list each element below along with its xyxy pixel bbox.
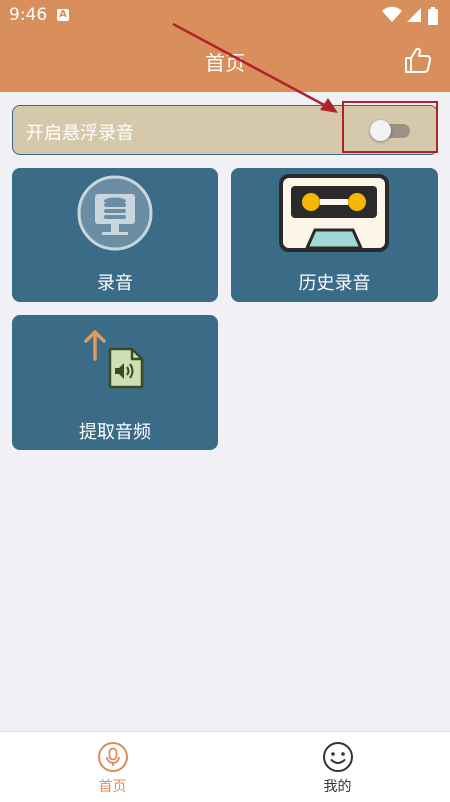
nav-label-mine: 我的 [323, 779, 352, 795]
float-record-row: 开启悬浮录音 [12, 105, 438, 155]
extract-audio-icon [84, 330, 144, 389]
like-button[interactable] [403, 45, 433, 75]
status-bar: 9:46 A [0, 0, 450, 32]
tile-extract-audio[interactable]: 提取音频 [12, 315, 218, 450]
record-database-icon [77, 175, 153, 251]
tile-history[interactable]: 历史录音 [231, 168, 438, 302]
thumbs-up-icon [405, 47, 432, 73]
status-time: 9:46 [9, 5, 48, 25]
page-title: 首页 [205, 51, 245, 75]
nav-item-mine[interactable]: 我的 [225, 732, 450, 802]
tile-extract-audio-label: 提取音频 [79, 422, 151, 443]
signal-icon [407, 8, 421, 22]
float-record-toggle[interactable] [370, 120, 412, 141]
cassette-tape-icon [279, 174, 389, 252]
microphone-icon [98, 742, 128, 772]
smiley-face-icon [323, 742, 353, 772]
battery-icon [428, 7, 438, 25]
wifi-icon [382, 7, 402, 22]
tile-record-label: 录音 [97, 273, 133, 294]
app-header: 9:46 A 首页 [0, 0, 450, 92]
bottom-nav: 首页 我的 [0, 731, 450, 802]
toggle-knob [370, 120, 391, 141]
nav-item-home[interactable]: 首页 [0, 732, 225, 802]
status-a-icon: A [57, 9, 69, 21]
tile-history-label: 历史录音 [298, 273, 371, 294]
nav-label-home: 首页 [98, 779, 127, 795]
tile-record[interactable]: 录音 [12, 168, 218, 302]
title-bar: 首页 [0, 32, 450, 92]
float-record-label: 开启悬浮录音 [26, 123, 134, 144]
status-icons [382, 7, 442, 25]
